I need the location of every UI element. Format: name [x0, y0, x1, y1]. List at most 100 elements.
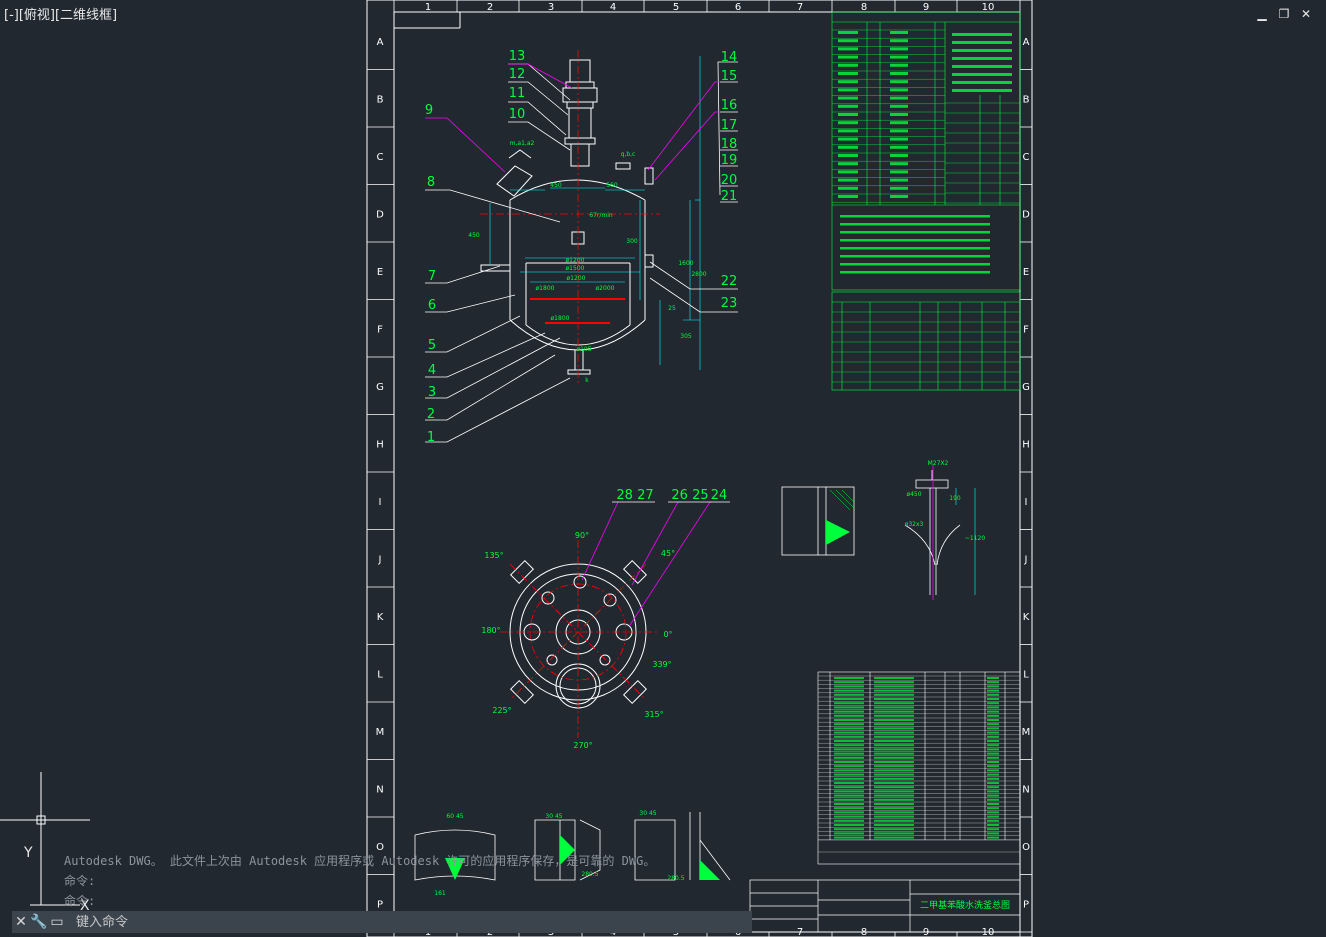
row-label: J [378, 555, 382, 566]
ucs-y-label: Y [24, 845, 33, 861]
detail-dimension-text: 60 45 [446, 813, 463, 820]
dimension-text: ø1200 [566, 257, 585, 264]
plan-angle-label: 225° [492, 706, 511, 715]
column-label: 7 [797, 2, 803, 13]
row-label: K [1023, 612, 1030, 623]
command-line-bar: ✕ 🔧 ▭ [12, 911, 752, 933]
part-number-label: 22 [721, 274, 738, 289]
column-label: 1 [425, 2, 431, 13]
part-number-label: 6 [428, 298, 436, 313]
row-label: H [376, 440, 384, 451]
part-number-label: 20 [721, 173, 738, 188]
dimension-text: 25 [668, 305, 676, 312]
plan-angle-label: 315° [644, 710, 663, 719]
part-number-label: 1 [427, 430, 435, 445]
part-number-label: 18 [721, 137, 738, 152]
detail-dimension-text: 190 [949, 495, 961, 502]
row-label: D [376, 210, 384, 221]
part-number-label: 10 [509, 107, 526, 122]
row-label: K [377, 612, 384, 623]
row-label: G [1022, 382, 1030, 393]
row-label: A [1023, 37, 1030, 48]
row-label: F [1023, 325, 1029, 336]
part-number-label: 5 [428, 338, 436, 353]
command-history-line: 命令: [64, 874, 96, 888]
plan-angle-label: 135° [484, 551, 503, 560]
thermowell-detail [904, 470, 961, 595]
wrench-icon[interactable]: 🔧 [30, 913, 48, 931]
row-label: M [376, 727, 385, 738]
part-number-label: 4 [428, 363, 436, 378]
weld-detail-hatch-1 [829, 489, 855, 511]
column-label: 6 [735, 2, 741, 13]
part-number-label: 21 [721, 189, 738, 204]
weld-fill-1 [826, 520, 850, 545]
reactor-elevation-view [425, 50, 738, 443]
dimension-text: m,a1,a2 [510, 140, 535, 147]
motor [569, 59, 591, 83]
plan-angle-label: 339° [652, 660, 671, 669]
row-label: C [1023, 152, 1030, 163]
row-label: F [377, 325, 383, 336]
part-number-label: 24 [711, 488, 728, 503]
dimension-text: 305 [680, 333, 692, 340]
reactor-plan-view [500, 501, 730, 738]
plan-angle-label: 0° [663, 630, 672, 639]
row-label: I [379, 497, 382, 508]
dimension-text: 450 [468, 232, 480, 239]
parts-list-table [817, 671, 1021, 865]
column-label: 5 [673, 2, 679, 13]
row-label: D [1022, 210, 1030, 221]
command-input[interactable] [74, 913, 678, 931]
sheet-outer-border [366, 0, 1033, 937]
detail-dimension-text: ø32x3 [905, 521, 924, 528]
row-label: H [1022, 440, 1030, 451]
part-number-label: 2 [427, 407, 435, 422]
part-number-label: 11 [509, 86, 526, 101]
detail-dimension-text: 30 45 [639, 810, 656, 817]
row-label: L [377, 670, 383, 681]
plan-angle-label: 180° [481, 626, 500, 635]
command-history-line: Autodesk DWG。 此文件上次由 Autodesk 应用程序或 Auto… [64, 854, 656, 868]
row-label: B [377, 95, 384, 106]
dimension-text: 450 [550, 182, 562, 189]
row-label: B [1023, 95, 1030, 106]
command-history: Autodesk DWG。 此文件上次由 Autodesk 应用程序或 Auto… [64, 851, 704, 911]
row-label: N [376, 785, 383, 796]
drawing-title: 二甲基苯酸水洗釜总图 [920, 899, 1010, 911]
part-number-label: 19 [721, 153, 738, 168]
row-label: I [1025, 497, 1028, 508]
detail-dimension-text: ~1120 [965, 535, 985, 542]
part-number-label: 16 [721, 98, 738, 113]
part-number-label: 7 [428, 269, 436, 284]
row-label: M [1022, 727, 1031, 738]
column-label: 4 [610, 2, 616, 13]
command-history-line: 命令: [64, 894, 96, 908]
detail-dimension-text: M27X2 [928, 460, 949, 467]
row-label: J [1024, 555, 1028, 566]
column-label: 9 [923, 2, 929, 13]
part-number-label: 17 [721, 118, 738, 133]
dimension-text: ø1800 [536, 285, 555, 292]
dimension-text: ø1800 [551, 315, 570, 322]
part-number-label: 3 [428, 385, 436, 400]
dimension-text: q,b,c [621, 151, 636, 158]
part-number-label: 28 27 [616, 488, 653, 503]
part-number-label: 26 25 [671, 488, 708, 503]
dimension-text: ø2000 [596, 285, 615, 292]
dimension-text: 560 [606, 182, 618, 189]
sheet-inner-border [393, 11, 1021, 933]
command-prompt-icon[interactable]: ▭ [48, 913, 66, 931]
part-number-label: 13 [509, 49, 526, 64]
dimension-text: ø1200 [567, 275, 586, 282]
drawing-canvas[interactable]: 1122334455667788991010 AABBCCDDEEFFGGHHI… [0, 0, 1326, 937]
part-number-label: 23 [721, 296, 738, 311]
dimension-text: 300 [626, 238, 638, 245]
part-number-label: 15 [721, 69, 738, 84]
plan-angle-label: 270° [573, 741, 592, 750]
plan-angle-label: 45° [661, 549, 675, 558]
row-label: P [1023, 900, 1029, 911]
close-icon[interactable]: ✕ [12, 913, 30, 931]
column-label: 10 [982, 2, 995, 13]
detail-dimension-text: 30 45 [545, 813, 562, 820]
